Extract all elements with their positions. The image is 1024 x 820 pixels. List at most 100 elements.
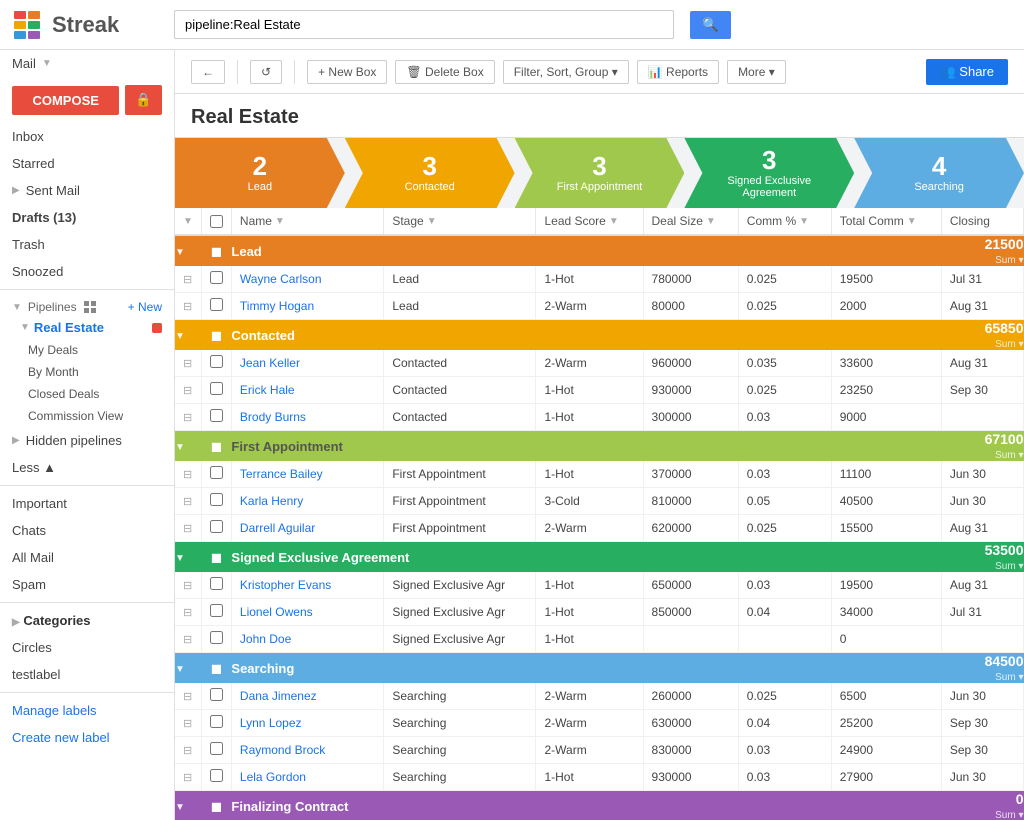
row-checkbox-cell[interactable] bbox=[201, 737, 231, 764]
row-checkbox-cell[interactable] bbox=[201, 515, 231, 542]
sidebar-sub-my-deals[interactable]: My Deals bbox=[0, 339, 174, 361]
sidebar-sub-commission-view[interactable]: Commission View bbox=[0, 405, 174, 427]
row-checkbox[interactable] bbox=[210, 298, 223, 311]
stage-lead[interactable]: 2 Lead bbox=[175, 138, 345, 208]
table-row[interactable]: ⊟ Timmy Hogan Lead 2-Warm 80000 0.025 20… bbox=[175, 293, 1024, 320]
table-row[interactable]: ⊟ Darrell Aguilar First Appointment 2-Wa… bbox=[175, 515, 1024, 542]
row-checkbox[interactable] bbox=[210, 409, 223, 422]
back-button[interactable]: ← bbox=[191, 60, 225, 84]
stage-contacted[interactable]: 3 Contacted bbox=[345, 138, 515, 208]
th-name[interactable]: Name ▼ bbox=[231, 208, 383, 235]
row-checkbox[interactable] bbox=[210, 577, 223, 590]
select-all-checkbox[interactable] bbox=[210, 215, 223, 228]
group-header-contacted[interactable]: ▼ ◼ Contacted 65850Sum ▾ bbox=[175, 320, 1024, 351]
group-collapse-icon[interactable]: ▼ bbox=[175, 331, 185, 342]
sidebar-item-create-label[interactable]: Create new label bbox=[0, 724, 174, 751]
row-checkbox[interactable] bbox=[210, 520, 223, 533]
sidebar-item-starred[interactable]: Starred bbox=[0, 150, 174, 177]
row-checkbox-cell[interactable] bbox=[201, 293, 231, 320]
group-collapse-icon[interactable]: ▼ bbox=[175, 247, 185, 258]
table-row[interactable]: ⊟ Lela Gordon Searching 1-Hot 930000 0.0… bbox=[175, 764, 1024, 791]
share-button[interactable]: 👥 Share bbox=[926, 59, 1009, 85]
group-header-first_appointment[interactable]: ▼ ◼ First Appointment 67100Sum ▾ bbox=[175, 431, 1024, 462]
sidebar-item-manage-labels[interactable]: Manage labels bbox=[0, 697, 174, 724]
sidebar-item-hidden-pipelines[interactable]: ▶ Hidden pipelines bbox=[0, 427, 174, 454]
row-checkbox[interactable] bbox=[210, 742, 223, 755]
sidebar-item-snoozed[interactable]: Snoozed bbox=[0, 258, 174, 285]
sidebar-item-inbox[interactable]: Inbox bbox=[0, 123, 174, 150]
group-header-searching[interactable]: ▼ ◼ Searching 84500Sum ▾ bbox=[175, 653, 1024, 684]
sidebar-item-drafts[interactable]: Drafts (13) bbox=[0, 204, 174, 231]
table-row[interactable]: ⊟ Lynn Lopez Searching 2-Warm 630000 0.0… bbox=[175, 710, 1024, 737]
new-pipeline-link[interactable]: + New bbox=[128, 300, 162, 314]
row-checkbox[interactable] bbox=[210, 769, 223, 782]
table-row[interactable]: ⊟ Kristopher Evans Signed Exclusive Agr … bbox=[175, 572, 1024, 599]
row-checkbox[interactable] bbox=[210, 715, 223, 728]
th-total-comm[interactable]: Total Comm ▼ bbox=[831, 208, 941, 235]
row-checkbox-cell[interactable] bbox=[201, 350, 231, 377]
row-checkbox-cell[interactable] bbox=[201, 266, 231, 293]
th-closing[interactable]: Closing bbox=[941, 208, 1023, 235]
row-checkbox[interactable] bbox=[210, 493, 223, 506]
row-checkbox[interactable] bbox=[210, 382, 223, 395]
group-checkbox-icon[interactable]: ◼ bbox=[211, 327, 223, 343]
sidebar-item-spam[interactable]: Spam bbox=[0, 571, 174, 598]
group-collapse-icon[interactable]: ▼ bbox=[175, 802, 185, 813]
table-row[interactable]: ⊟ Karla Henry First Appointment 3-Cold 8… bbox=[175, 488, 1024, 515]
th-deal-size[interactable]: Deal Size ▼ bbox=[643, 208, 738, 235]
delete-box-button[interactable]: 🗑 Delete Box bbox=[395, 60, 494, 84]
sidebar-item-circles[interactable]: Circles bbox=[0, 634, 174, 661]
row-checkbox[interactable] bbox=[210, 631, 223, 644]
table-row[interactable]: ⊟ Jean Keller Contacted 2-Warm 960000 0.… bbox=[175, 350, 1024, 377]
group-header-finalizing[interactable]: ▼ ◼ Finalizing Contract 0Sum ▾ bbox=[175, 791, 1024, 820]
table-row[interactable]: ⊟ Raymond Brock Searching 2-Warm 830000 … bbox=[175, 737, 1024, 764]
table-row[interactable]: ⊟ Wayne Carlson Lead 1-Hot 780000 0.025 … bbox=[175, 266, 1024, 293]
row-checkbox[interactable] bbox=[210, 688, 223, 701]
row-checkbox-cell[interactable] bbox=[201, 404, 231, 431]
table-row[interactable]: ⊟ Lionel Owens Signed Exclusive Agr 1-Ho… bbox=[175, 599, 1024, 626]
table-row[interactable]: ⊟ John Doe Signed Exclusive Agr 1-Hot 0 bbox=[175, 626, 1024, 653]
group-header-lead[interactable]: ▼ ◼ Lead 21500Sum ▾ bbox=[175, 235, 1024, 266]
row-checkbox-cell[interactable] bbox=[201, 710, 231, 737]
row-checkbox-cell[interactable] bbox=[201, 599, 231, 626]
group-collapse-icon[interactable]: ▼ bbox=[175, 442, 185, 453]
group-checkbox-icon[interactable]: ◼ bbox=[211, 549, 223, 565]
filter-button[interactable]: Filter, Sort, Group ▾ bbox=[503, 60, 629, 84]
stage-signed-exclusive[interactable]: 3 Signed Exclusive Agreement bbox=[684, 138, 854, 208]
row-checkbox-cell[interactable] bbox=[201, 572, 231, 599]
sidebar-sub-closed-deals[interactable]: Closed Deals bbox=[0, 383, 174, 405]
group-collapse-icon[interactable]: ▼ bbox=[175, 553, 185, 564]
row-checkbox[interactable] bbox=[210, 466, 223, 479]
sidebar-item-sent[interactable]: ▶ Sent Mail bbox=[0, 177, 174, 204]
th-lead-score[interactable]: Lead Score ▼ bbox=[536, 208, 643, 235]
pipeline-real-estate[interactable]: ▼ Real Estate bbox=[0, 316, 174, 339]
reports-button[interactable]: 📊 Reports bbox=[637, 60, 719, 84]
table-row[interactable]: ⊟ Brody Burns Contacted 1-Hot 300000 0.0… bbox=[175, 404, 1024, 431]
group-checkbox-icon[interactable]: ◼ bbox=[211, 798, 223, 814]
row-checkbox-cell[interactable] bbox=[201, 377, 231, 404]
search-input[interactable] bbox=[174, 10, 674, 39]
stage-first-appointment[interactable]: 3 First Appointment bbox=[515, 138, 685, 208]
sidebar-item-testlabel[interactable]: testlabel bbox=[0, 661, 174, 688]
table-row[interactable]: ⊟ Dana Jimenez Searching 2-Warm 260000 0… bbox=[175, 683, 1024, 710]
sidebar-categories[interactable]: ▶ Categories bbox=[0, 607, 174, 634]
sidebar-item-chats[interactable]: Chats bbox=[0, 517, 174, 544]
row-checkbox[interactable] bbox=[210, 355, 223, 368]
pipelines-section[interactable]: ▼ Pipelines + New bbox=[0, 294, 174, 316]
table-row[interactable]: ⊟ Terrance Bailey First Appointment 1-Ho… bbox=[175, 461, 1024, 488]
row-checkbox-cell[interactable] bbox=[201, 488, 231, 515]
sidebar-item-less[interactable]: Less ▲ bbox=[0, 454, 174, 481]
th-stage[interactable]: Stage ▼ bbox=[384, 208, 536, 235]
group-collapse-icon[interactable]: ▼ bbox=[175, 664, 185, 675]
row-checkbox-cell[interactable] bbox=[201, 626, 231, 653]
stage-searching[interactable]: 4 Searching bbox=[854, 138, 1024, 208]
compose-button[interactable]: COMPOSE bbox=[12, 86, 119, 115]
th-comm-pct[interactable]: Comm % ▼ bbox=[738, 208, 831, 235]
more-button[interactable]: More ▾ bbox=[727, 60, 786, 84]
row-checkbox[interactable] bbox=[210, 604, 223, 617]
row-checkbox-cell[interactable] bbox=[201, 461, 231, 488]
group-header-signed_exclusive[interactable]: ▼ ◼ Signed Exclusive Agreement 53500Sum … bbox=[175, 542, 1024, 573]
table-row[interactable]: ⊟ Erick Hale Contacted 1-Hot 930000 0.02… bbox=[175, 377, 1024, 404]
search-button[interactable]: 🔍 bbox=[690, 11, 731, 39]
group-checkbox-icon[interactable]: ◼ bbox=[211, 438, 223, 454]
